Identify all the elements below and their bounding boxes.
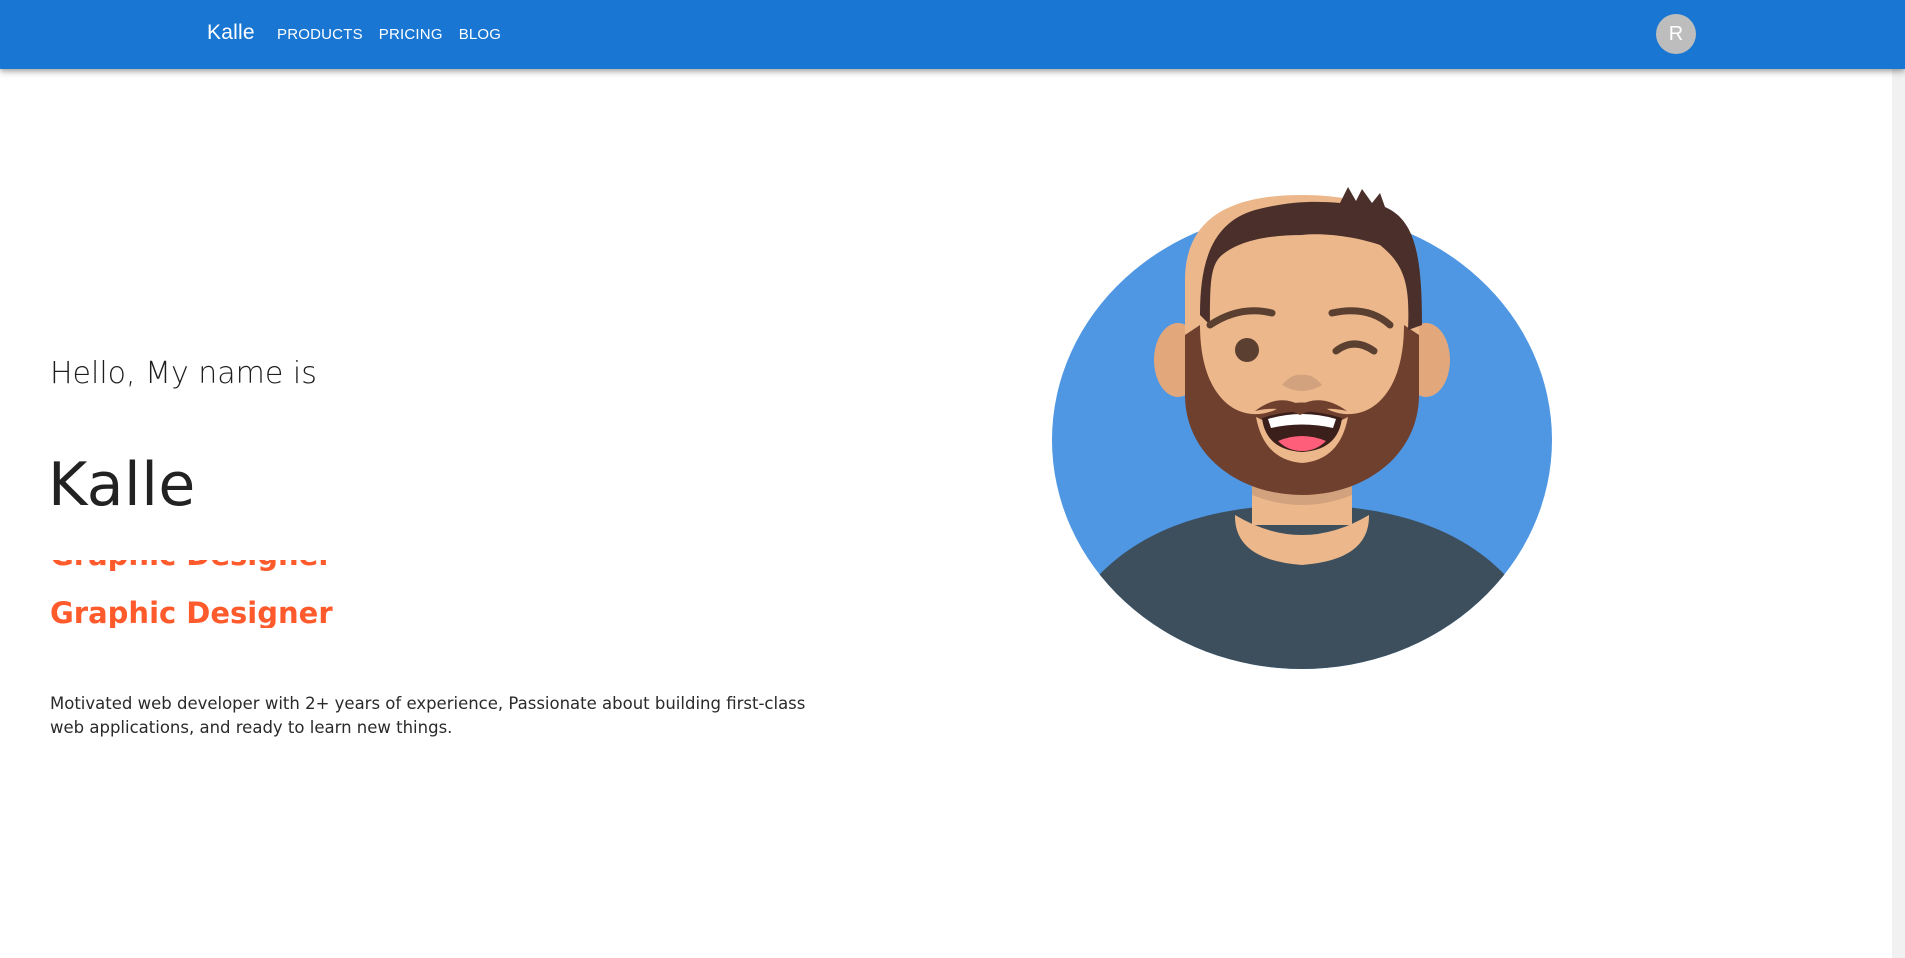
user-avatar[interactable]: R [1656, 14, 1696, 54]
role-previous-text: Graphic Designer [50, 560, 333, 572]
bio-text: Motivated web developer with 2+ years of… [50, 693, 806, 737]
main-nav: PRODUCTS PRICING BLOG [269, 0, 509, 69]
nav-item-blog[interactable]: BLOG [451, 20, 509, 49]
nav-item-pricing[interactable]: PRICING [371, 20, 451, 49]
nav-item-products[interactable]: PRODUCTS [269, 20, 371, 49]
scrollbar-track[interactable] [1892, 0, 1905, 958]
hero-name: Kalle [48, 450, 196, 520]
greeting-text: Hello, My name is [50, 356, 317, 391]
app-bar: Kalle PRODUCTS PRICING BLOG R [0, 0, 1905, 69]
avatar-illustration [1052, 187, 1552, 669]
role-typewriter: Graphic Designer Graphic Designer [50, 560, 450, 628]
brand-logo[interactable]: Kalle [207, 21, 255, 45]
role-current-text: Graphic Designer [50, 596, 333, 628]
left-eye [1235, 338, 1259, 362]
